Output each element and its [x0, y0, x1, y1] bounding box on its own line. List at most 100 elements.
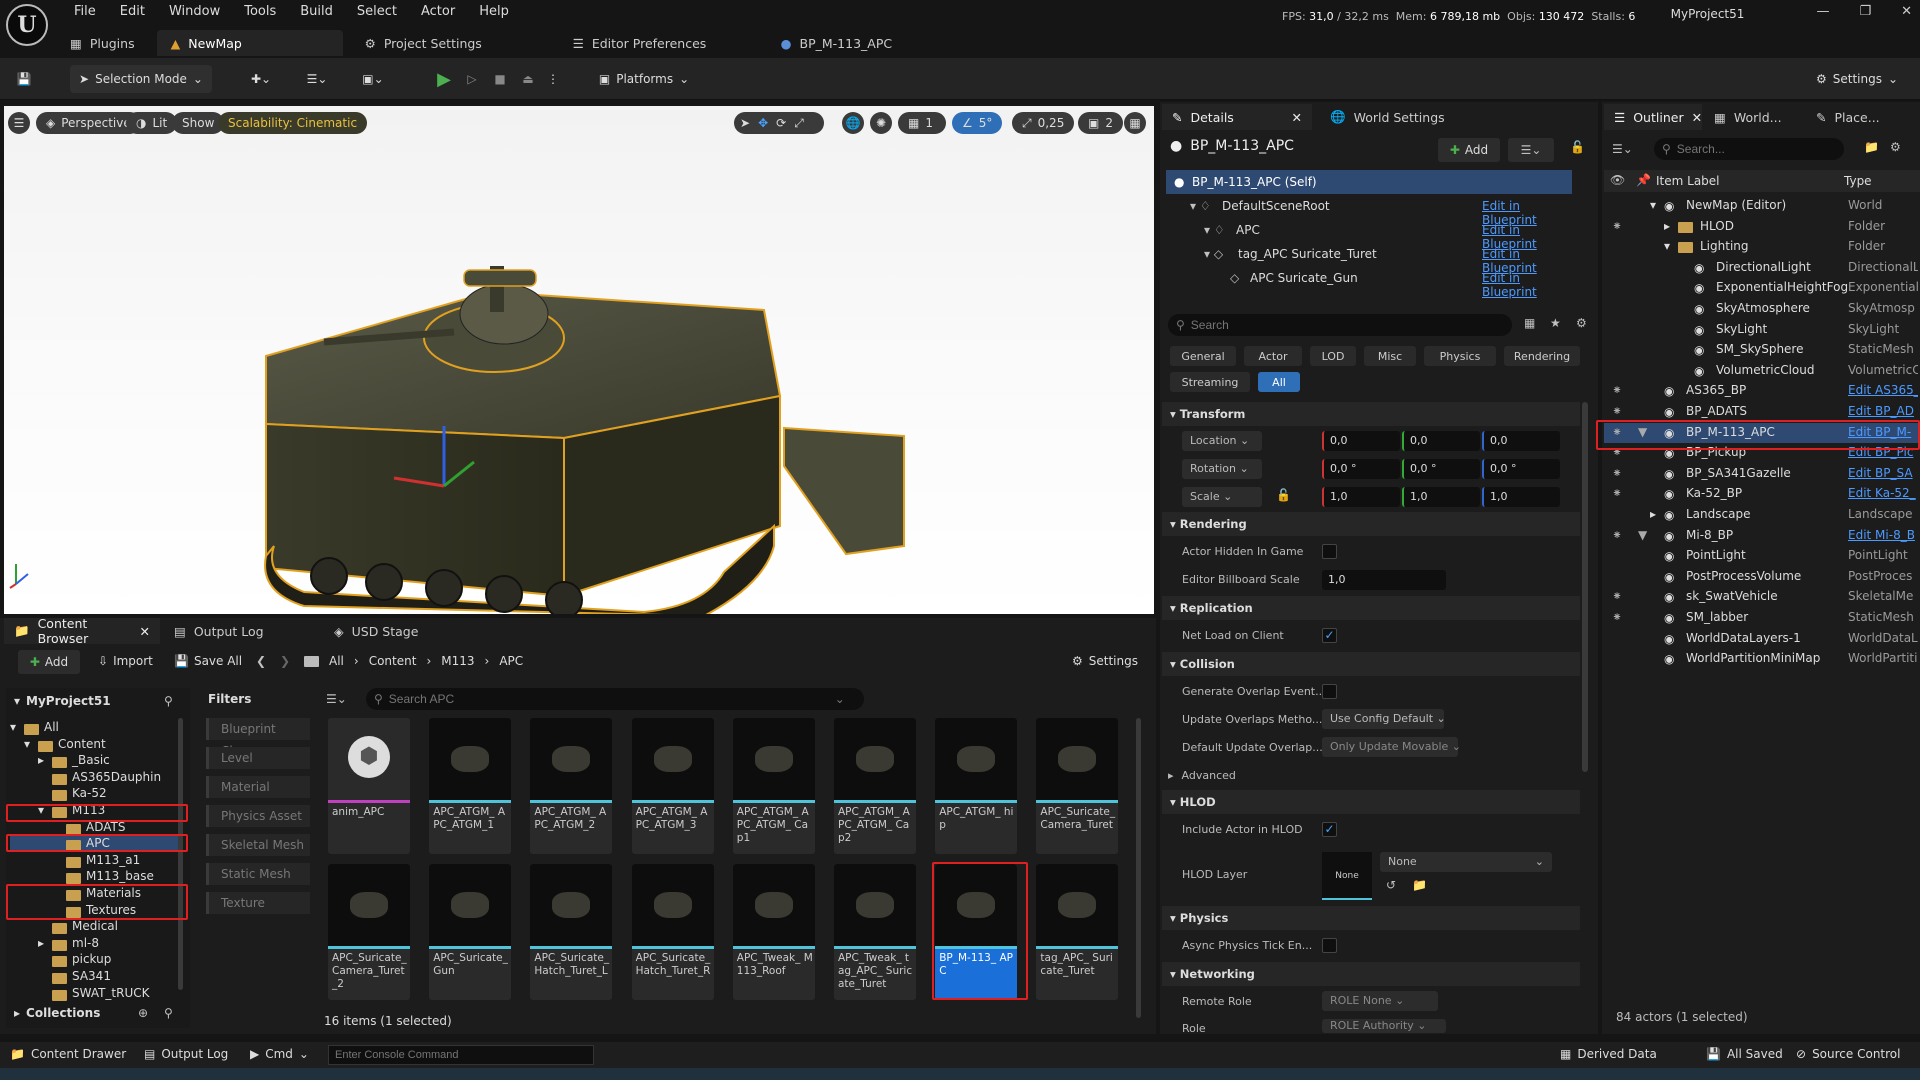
visibility-icon[interactable]: ⁕	[1612, 383, 1622, 397]
tree-folder[interactable]: SWAT_tRUCK	[10, 985, 178, 1001]
component-row[interactable]: ▾ ◇ tag_APC Suricate_Turet Edit in Bluepri…	[1166, 242, 1572, 275]
role-combo[interactable]: ROLE Authority ⌄	[1322, 1019, 1446, 1033]
asset-search-box[interactable]: ⚲⌄	[366, 688, 864, 710]
outliner-search-box[interactable]: ⚲	[1654, 138, 1844, 160]
visibility-icon[interactable]: ⁕	[1612, 466, 1622, 480]
add-folder-icon[interactable]: 📁	[1864, 140, 1879, 154]
select-tool-icon[interactable]: ➤	[740, 116, 750, 130]
visibility-icon[interactable]: ⁕	[1612, 404, 1622, 418]
maximize-viewport-icon[interactable]: ▦	[1124, 112, 1146, 134]
tab-world-settings[interactable]: 🌐 World Settings	[1320, 104, 1455, 130]
tree-folder[interactable]: ADATS	[10, 819, 178, 835]
breadcrumb-apc[interactable]: APC	[499, 654, 523, 668]
tree-scrollbar[interactable]	[178, 718, 183, 990]
outliner-row[interactable]: ⁕ ▼ ◉ Mi-8_BP Edit Mi-8_B	[1604, 526, 1920, 546]
scalability-badge[interactable]: Scalability: Cinematic	[218, 112, 368, 134]
tab-content-browser[interactable]: 📁 Content Browser ✕	[4, 616, 160, 646]
tree-folder[interactable]: M113_a1	[10, 852, 178, 868]
asset-search-input[interactable]	[388, 692, 829, 706]
hlod-layer-thumbnail[interactable]: None	[1322, 852, 1372, 900]
step-icon[interactable]: ▷	[460, 65, 484, 93]
expander-icon[interactable]: ▾	[24, 736, 30, 752]
billboard-scale-field[interactable]: 1,0	[1322, 570, 1446, 590]
menu-file[interactable]: File	[62, 0, 108, 26]
outliner-row[interactable]: ⁕ ◉ sk_SwatVehicle SkeletalMe	[1604, 587, 1920, 607]
col-item-label[interactable]: Item Label	[1656, 174, 1720, 188]
tree-folder[interactable]: Medical	[10, 918, 178, 935]
filter-general[interactable]: General	[1170, 346, 1236, 366]
menu-edit[interactable]: Edit	[108, 0, 157, 26]
close-icon[interactable]: ✕	[1292, 110, 1302, 125]
outliner-row[interactable]: ⁕ ◉ BP_Pickup Edit BP_Pic	[1604, 443, 1920, 463]
close-icon[interactable]: ✕	[140, 624, 150, 639]
outliner-row[interactable]: ▾ Lighting Folder	[1604, 237, 1920, 257]
default-update-combo[interactable]: Only Update Movable ⌄	[1322, 737, 1461, 757]
asset-tile[interactable]: ⬢ anim_APC	[328, 718, 410, 854]
minimize-icon[interactable]: —	[1816, 4, 1829, 19]
surface-snap-icon[interactable]: ✺	[870, 112, 892, 134]
section-rendering[interactable]: ▾ Rendering	[1162, 512, 1580, 536]
table-view-icon[interactable]: ▦	[1524, 316, 1535, 330]
outliner-row[interactable]: ▸ ◉ Landscape Landscape	[1604, 505, 1920, 525]
asset-tile[interactable]: APC_Tweak_ M113_Roof	[732, 864, 815, 1000]
section-replication[interactable]: ▾ Replication	[1162, 596, 1580, 620]
component-row-self[interactable]: ● BP_M-113_APC (Self)	[1166, 170, 1572, 194]
outliner-row[interactable]: ⁕ ◉ BP_ADATS Edit BP_AD	[1604, 402, 1920, 422]
eject-icon[interactable]: ⏏	[516, 65, 540, 93]
tab-usd-stage[interactable]: ◈ USD Stage	[324, 618, 428, 644]
breadcrumb-m113[interactable]: M113	[441, 654, 474, 668]
component-row[interactable]: ▾ ♢ DefaultSceneRoot Edit in Blueprint	[1166, 194, 1572, 227]
play-options-icon[interactable]: ⋮	[544, 65, 562, 93]
close-icon[interactable]: ✕	[1692, 110, 1702, 125]
browse-icon[interactable]: 📁	[1412, 878, 1427, 892]
outliner-row[interactable]: ◉ DirectionalLight DirectionalL	[1604, 258, 1920, 278]
asset-tile[interactable]: APC_ATGM_ APC_ATGM_ Cap2	[834, 718, 916, 854]
expander-icon[interactable]: ▾	[1664, 239, 1670, 253]
tab-plugins[interactable]: ▦ Plugins	[56, 30, 149, 56]
outliner-row[interactable]: ▾ ◉ NewMap (Editor) World	[1604, 196, 1920, 216]
section-transform[interactable]: ▾ Transform	[1162, 402, 1580, 426]
content-drawer-button[interactable]: 📁 Content Drawer	[10, 1047, 126, 1061]
scale-combo[interactable]: Scale ⌄	[1182, 487, 1262, 507]
use-selected-icon[interactable]: ↺	[1386, 878, 1396, 892]
section-networking[interactable]: ▾ Networking	[1162, 962, 1580, 986]
platforms-button[interactable]: ▣ Platforms ⌄	[592, 65, 696, 93]
visibility-icon[interactable]: ⁕	[1612, 425, 1622, 439]
gear-icon[interactable]: ⚙	[1890, 140, 1901, 154]
tab-output-log[interactable]: ▤ Output Log	[164, 618, 274, 644]
expander-icon[interactable]: ▾	[38, 802, 44, 818]
details-scrollbar[interactable]	[1582, 402, 1588, 772]
cb-add-button[interactable]: ✚ Add	[18, 650, 80, 674]
restore-icon[interactable]: ❐	[1859, 4, 1871, 19]
outliner-item-type[interactable]: Edit Mi-8_B	[1848, 528, 1918, 542]
move-tool-icon[interactable]: ✥	[758, 116, 768, 130]
expander-icon[interactable]: ▾	[1650, 198, 1656, 212]
tree-folder[interactable]: Textures	[10, 902, 178, 918]
outliner-search-input[interactable]	[1676, 142, 1827, 156]
asset-tile[interactable]: APC_Suricate_ Hatch_Turet_L	[530, 864, 613, 1000]
lock-icon[interactable]: 🔓	[1276, 488, 1291, 502]
col-type[interactable]: Type	[1844, 174, 1872, 188]
menu-window[interactable]: Window	[157, 0, 232, 26]
settings-button[interactable]: ⚙ Settings ⌄	[1808, 65, 1906, 93]
component-row[interactable]: ▾ ♢ APC Edit in Blueprint	[1166, 218, 1572, 251]
advanced-toggle[interactable]: ▸ Advanced	[1168, 769, 1236, 782]
derived-data-button[interactable]: ▦ Derived Data	[1560, 1047, 1657, 1061]
outliner-row[interactable]: ⁕ ◉ AS365_BP Edit AS365_	[1604, 381, 1920, 401]
search-icon[interactable]: ⚲	[164, 1006, 173, 1020]
filter-lod[interactable]: LOD	[1310, 346, 1356, 366]
add-collection-icon[interactable]: ⊕	[138, 1006, 148, 1020]
gear-icon[interactable]: ⚙	[1576, 316, 1587, 330]
outliner-item-type[interactable]: Edit BP_M-	[1848, 425, 1918, 439]
outliner-row[interactable]: ◉ WorldDataLayers-1 WorldDataL	[1604, 629, 1920, 649]
tree-folder[interactable]: ▾ Content	[10, 736, 178, 752]
asset-tile[interactable]: APC_ATGM_ APC_ATGM_3	[631, 718, 714, 854]
blueprint-options-button[interactable]: ☰⌄	[1508, 138, 1554, 162]
save-icon[interactable]: 💾	[10, 65, 38, 93]
filter-item[interactable]: Level	[206, 747, 310, 769]
outliner-item-type[interactable]: Edit BP_Pic	[1848, 445, 1918, 459]
tree-folder[interactable]: ▸ ml-8	[10, 935, 178, 951]
asset-tile[interactable]: APC_Tweak_ tag_APC_ Suricate_Turet	[834, 864, 916, 1000]
expander-icon[interactable]: ▸	[1664, 219, 1670, 233]
visibility-icon[interactable]: ⁕	[1612, 610, 1622, 624]
